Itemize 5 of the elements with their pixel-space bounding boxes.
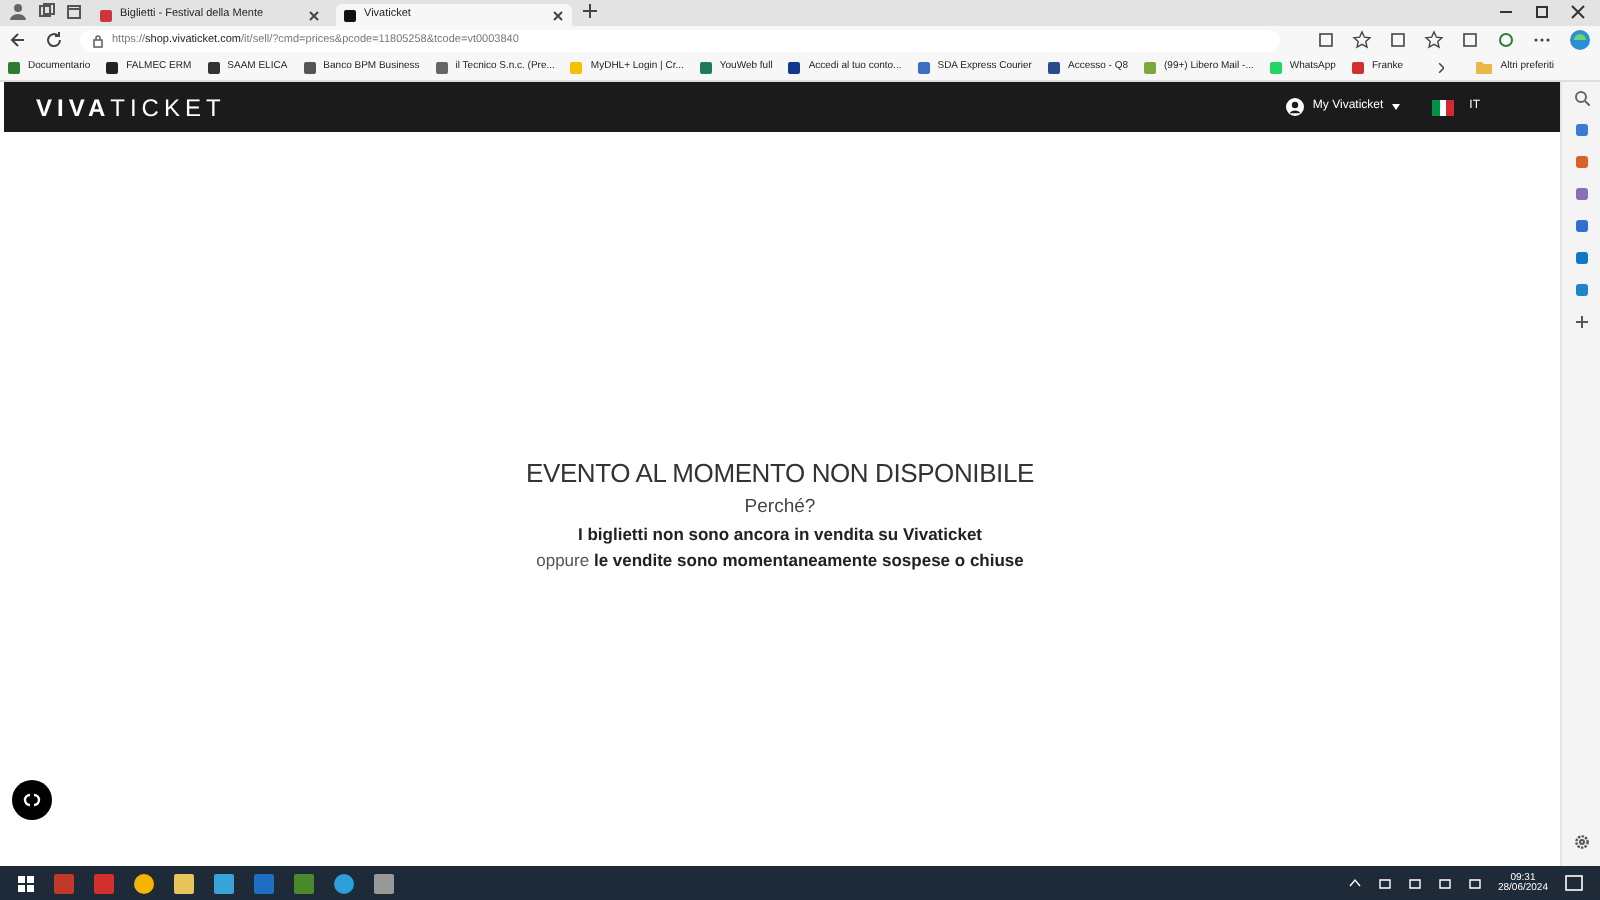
- question-text: Perché?: [744, 493, 816, 522]
- reason-text: oppure le vendite sono momentaneamente sospese o chiuse: [536, 547, 1024, 574]
- reason-text: I biglietti non sono ancora in vendita su Vivaticket: [578, 522, 982, 548]
- site-logo[interactable]: VIVATICKET: [36, 89, 226, 126]
- message-title: EVENTO AL MOMENTO NON DISPONIBILE: [526, 456, 1034, 493]
